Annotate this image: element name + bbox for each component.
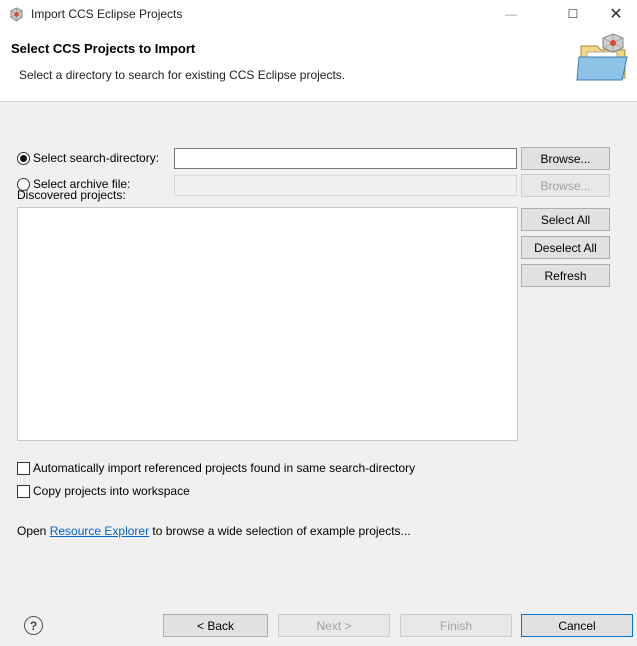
hint-suffix: to browse a wide selection of example pr… xyxy=(149,524,411,538)
window-title: Import CCS Eclipse Projects xyxy=(31,7,183,21)
auto-import-checkbox[interactable] xyxy=(17,461,30,475)
copy-projects-label: Copy projects into workspace xyxy=(33,484,190,498)
copy-projects-checkbox[interactable] xyxy=(17,484,30,498)
discovered-projects-label: Discovered projects: xyxy=(17,188,126,202)
search-directory-option[interactable]: Select search-directory: xyxy=(17,151,159,165)
title-bar: Import CCS Eclipse Projects — ☐ ✕ xyxy=(0,0,637,28)
browse-archive-button[interactable]: Browse... xyxy=(521,174,610,197)
maximize-button[interactable]: ☐ xyxy=(550,0,596,28)
browse-directory-button[interactable]: Browse... xyxy=(521,147,610,170)
auto-import-option[interactable]: Automatically import referenced projects… xyxy=(17,461,415,475)
select-all-button[interactable]: Select All xyxy=(521,208,610,231)
search-directory-label: Select search-directory: xyxy=(33,151,160,165)
back-button[interactable]: < Back xyxy=(163,614,268,637)
minimize-button[interactable]: — xyxy=(488,0,534,28)
resource-explorer-hint: Open Resource Explorer to browse a wide … xyxy=(17,524,411,538)
page-description: Select a directory to search for existin… xyxy=(19,68,346,82)
hint-prefix: Open xyxy=(17,524,50,538)
resource-explorer-link[interactable]: Resource Explorer xyxy=(50,524,149,538)
close-button[interactable]: ✕ xyxy=(593,0,637,28)
cancel-button[interactable]: Cancel xyxy=(521,614,633,637)
wizard-banner: Select CCS Projects to Import Select a d… xyxy=(0,28,637,102)
discovered-projects-list[interactable] xyxy=(17,207,518,441)
page-title: Select CCS Projects to Import xyxy=(11,41,196,56)
import-folder-icon xyxy=(576,33,628,81)
archive-file-input[interactable] xyxy=(174,175,517,196)
copy-projects-option[interactable]: Copy projects into workspace xyxy=(17,484,190,498)
help-icon[interactable]: ? xyxy=(24,616,43,635)
auto-import-label: Automatically import referenced projects… xyxy=(33,461,416,475)
refresh-button[interactable]: Refresh xyxy=(521,264,610,287)
ccs-app-icon xyxy=(10,7,23,22)
deselect-all-button[interactable]: Deselect All xyxy=(521,236,610,259)
search-directory-input[interactable] xyxy=(174,148,517,169)
next-button[interactable]: Next > xyxy=(278,614,390,637)
finish-button[interactable]: Finish xyxy=(400,614,512,637)
search-directory-radio[interactable] xyxy=(17,151,30,165)
